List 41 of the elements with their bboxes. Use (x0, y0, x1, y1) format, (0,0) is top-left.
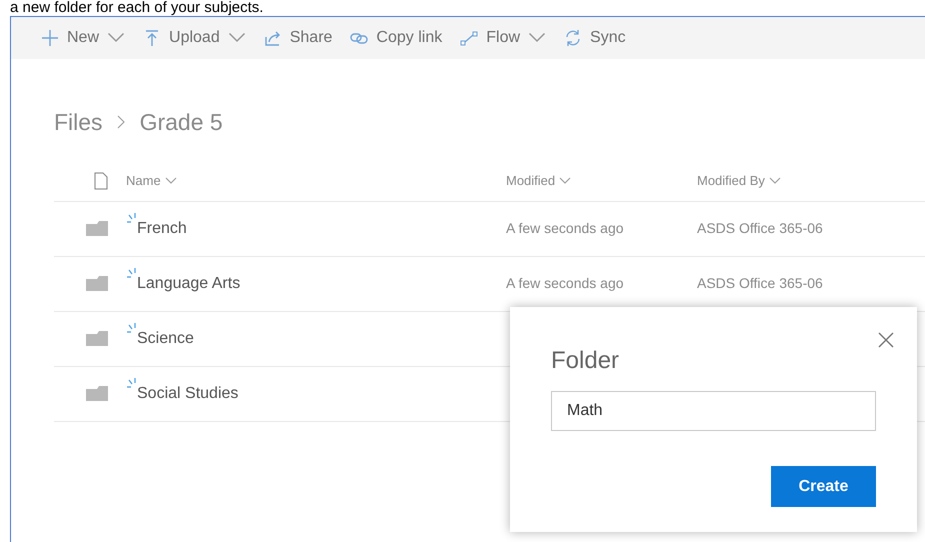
chevron-icon (164, 177, 177, 185)
folder-name-link[interactable]: French (137, 216, 187, 240)
new-item-icon (126, 212, 137, 222)
folder-icon (86, 331, 108, 346)
file-type-icon (94, 172, 108, 190)
new-item-icon (126, 378, 137, 388)
dropdown-toolbar-button[interactable]: New (41, 26, 126, 50)
share-icon (264, 29, 282, 47)
create-button[interactable]: Create (771, 466, 876, 507)
new-item-icon (126, 322, 137, 332)
column-header[interactable]: Name (126, 171, 161, 191)
chevron-right-icon (116, 115, 126, 130)
modified-cell: A few seconds ago (506, 220, 624, 236)
modified-by-cell: ASDS Office 365-06 (697, 220, 823, 236)
column-header[interactable]: Modified By (697, 171, 765, 191)
folder-icon (86, 221, 108, 236)
caption-text: a new folder for each of your subjects. (10, 0, 264, 16)
folder-name-link[interactable]: Science (137, 326, 194, 350)
toolbar-button[interactable]: Copy link (350, 26, 442, 50)
dropdown-toolbar-button[interactable]: Upload (143, 26, 246, 50)
chevron-icon (768, 177, 781, 185)
modified-cell: A few seconds ago (506, 275, 624, 291)
close-button[interactable] (877, 331, 895, 349)
toolbar-button[interactable]: Share (264, 26, 332, 50)
toolbar-button[interactable]: Sync (564, 26, 626, 50)
breadcrumb-link[interactable]: Files (54, 105, 103, 140)
folder-name-link[interactable]: Social Studies (137, 382, 238, 406)
flow-icon (460, 29, 478, 47)
breadcrumb-current: Grade 5 (140, 108, 223, 137)
chevron-icon (559, 177, 572, 185)
column-header[interactable]: Modified (506, 171, 556, 191)
modified-by-cell: ASDS Office 365-06 (697, 275, 823, 291)
plus-icon (41, 29, 59, 47)
dialog-title: Folder (551, 346, 620, 376)
new-item-icon (126, 268, 137, 278)
folder-name-field[interactable]: Math (551, 391, 876, 431)
folder-icon (86, 276, 108, 291)
folder-icon (86, 386, 108, 401)
dropdown-toolbar-button[interactable]: Flow (460, 26, 546, 50)
folder-name-link[interactable]: Language Arts (137, 272, 240, 296)
sync-icon (564, 29, 582, 47)
